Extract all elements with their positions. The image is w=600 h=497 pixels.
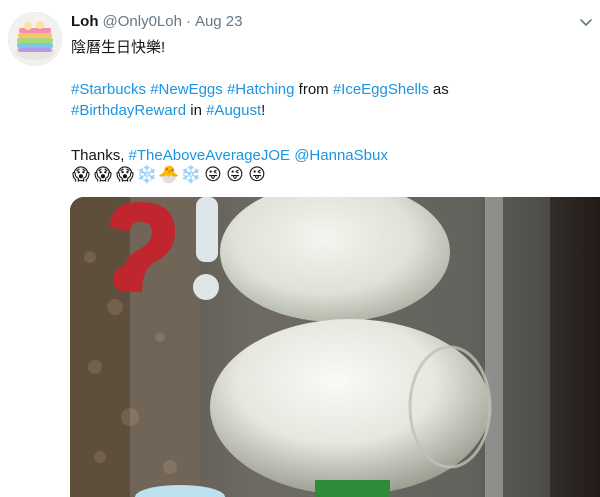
text-as: as: [432, 81, 449, 98]
tweet: Loh @Only0Loh · Aug 23 陰曆生日快樂! #Starbucks #…: [0, 0, 600, 497]
text-thanks: Thanks,: [71, 147, 125, 164]
screaming-face-emoji: 😱: [94, 165, 112, 184]
tweet-text-line2: #Starbucks #NewEggs #Hatching from #IceE…: [71, 79, 449, 100]
tweet-text-line4: Thanks, #TheAboveAverageJOE @HannaSbux: [71, 145, 388, 166]
winking-tongue-face-emoji: 😜: [248, 165, 266, 184]
avatar[interactable]: [8, 12, 62, 66]
snowflake-emoji: ❄️: [136, 165, 158, 184]
tweet-text-line1: 陰曆生日快樂!: [71, 39, 166, 56]
hatching-chick-emoji: 🐣: [158, 165, 180, 184]
tweet-media-photo[interactable]: [70, 197, 600, 497]
rainbow-cake-avatar-image: [8, 12, 62, 66]
author-name[interactable]: Loh: [71, 13, 99, 30]
tweet-text-line3: #BirthdayReward in #August!: [71, 100, 265, 121]
hashtag-birthdayreward[interactable]: #BirthdayReward: [71, 102, 186, 119]
text-from: from: [298, 81, 329, 98]
hashtag-iceeggshells[interactable]: #IceEggShells: [333, 81, 429, 98]
hashtag-neweggs[interactable]: #NewEggs: [150, 81, 223, 98]
ice-eggs-photo: [70, 197, 600, 497]
text-exclamation: !: [261, 102, 266, 119]
winking-tongue-face-emoji: 😜: [204, 165, 222, 184]
snowflake-emoji: ❄️: [180, 165, 202, 184]
hashtag-august[interactable]: #August: [206, 102, 261, 119]
chevron-down-icon[interactable]: [578, 14, 594, 30]
hashtag-starbucks[interactable]: #Starbucks: [71, 81, 146, 98]
author-handle[interactable]: @Only0Loh: [103, 13, 182, 30]
tweet-header: Loh @Only0Loh · Aug 23: [71, 13, 243, 30]
text-in: in: [190, 102, 202, 119]
hashtag-theaboveaveragejoe[interactable]: #TheAboveAverageJOE: [129, 147, 291, 164]
emoji-row: 😱 😱 😱 ❄️ 🐣 ❄️ 😜 😜 😜: [70, 164, 268, 186]
mention-hannasbux[interactable]: @HannaSbux: [294, 147, 388, 164]
separator-dot: ·: [185, 13, 191, 30]
screaming-face-emoji: 😱: [72, 165, 90, 184]
hashtag-hatching[interactable]: #Hatching: [227, 81, 295, 98]
winking-tongue-face-emoji: 😜: [226, 165, 244, 184]
screaming-face-emoji: 😱: [116, 165, 134, 184]
tweet-date[interactable]: Aug 23: [195, 13, 243, 30]
